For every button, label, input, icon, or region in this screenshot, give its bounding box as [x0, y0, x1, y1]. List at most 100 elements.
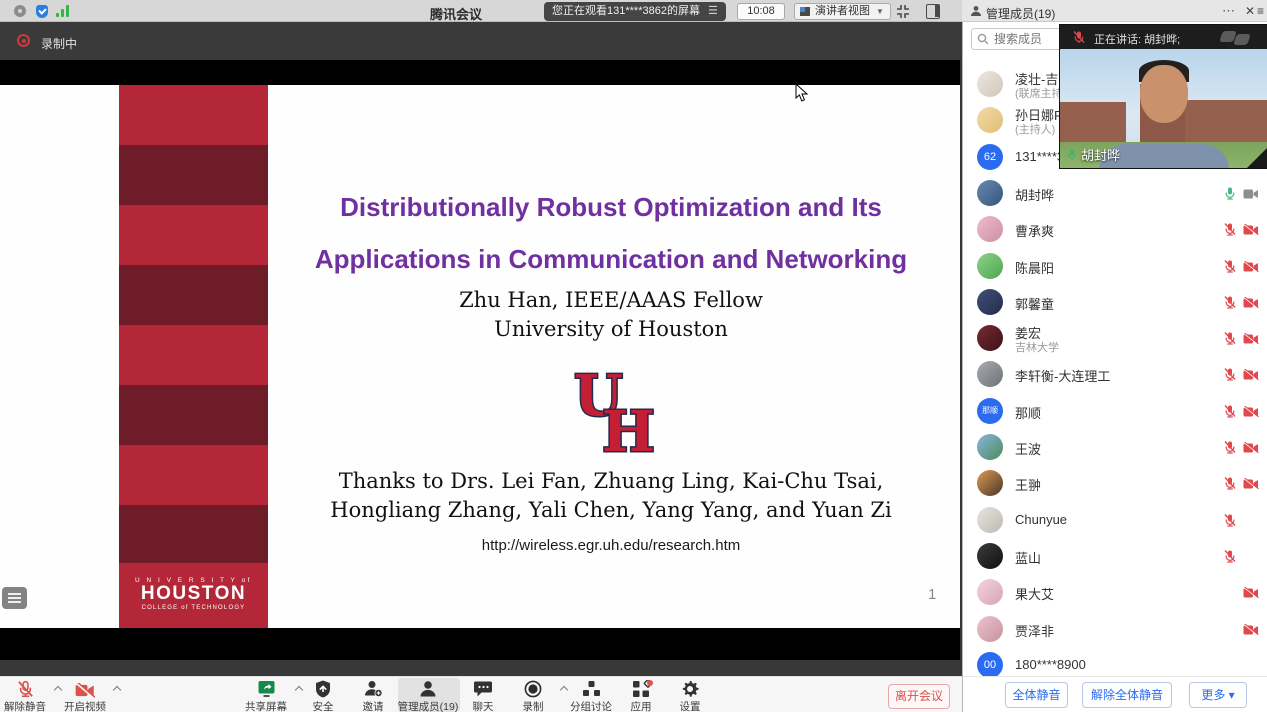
avatar: 62 [977, 144, 1003, 170]
mic-muted-icon[interactable] [1223, 476, 1237, 495]
camera-off-icon[interactable] [1243, 441, 1259, 459]
avatar [977, 289, 1003, 315]
campus-building [1185, 100, 1267, 144]
exit-fullscreen-icon[interactable] [895, 4, 911, 19]
slide-title-line2: Applications in Communication and Networ… [262, 233, 960, 285]
camera-off-icon[interactable] [1243, 586, 1259, 604]
speaker-video-thumbnail[interactable]: 正在讲话: 胡封晔; 胡封晔 [1060, 25, 1267, 168]
slide-thanks: Thanks to Drs. Lei Fan, Zhuang Ling, Kai… [262, 467, 960, 525]
participant-row[interactable]: 陈晨阳 [963, 248, 1267, 284]
meeting-timer: 10:08 [737, 3, 785, 20]
camera-off-icon[interactable] [1243, 223, 1259, 241]
participant-row[interactable]: 胡封晔 [963, 175, 1267, 211]
signal-bars-icon[interactable] [56, 5, 69, 17]
participant-row[interactable]: 蓝山 [963, 538, 1267, 574]
avatar [977, 180, 1003, 206]
participant-name: 王翀 [1015, 475, 1041, 494]
toolbar-item-settings-gear[interactable]: 设置 [655, 679, 725, 712]
shield-icon[interactable] [36, 5, 48, 18]
participant-name: 王波 [1015, 439, 1041, 458]
slide-byline: Zhu Han, IEEE/AAAS Fellow University of … [262, 286, 960, 344]
mic-muted-icon[interactable] [1223, 259, 1237, 278]
camera-off-icon[interactable] [1243, 405, 1259, 423]
mic-muted-icon[interactable] [1223, 331, 1237, 350]
video-header: 正在讲话: 胡封晔; [1060, 25, 1267, 49]
participant-row[interactable]: 李轩衡-大连理工 [963, 356, 1267, 392]
status-dot-icon[interactable] [14, 5, 26, 17]
video-corner-fold [1247, 148, 1267, 168]
participant-row[interactable]: 00 180****8900 [963, 647, 1267, 676]
camera-on-icon[interactable] [1243, 187, 1259, 205]
houston-logo-college: COLLEGE of TECHNOLOGY [119, 605, 268, 611]
recording-dot-icon [17, 34, 30, 47]
participant-row[interactable]: 姜宏吉林大学 [963, 320, 1267, 356]
houston-logo-name: HOUSTON [119, 584, 268, 603]
notification-dot [647, 680, 653, 686]
camera-off-icon[interactable] [1243, 296, 1259, 314]
panel-title: 管理成员(19) [986, 5, 1055, 22]
campus-building [1060, 102, 1126, 144]
panel-more-icon[interactable]: ⋯ [1222, 3, 1236, 19]
participant-role: 吉林大学 [1015, 339, 1059, 355]
camera-off-icon[interactable] [1243, 260, 1259, 278]
slide-thanks-line2: Hongliang Zhang, Yali Chen, Yang Yang, a… [262, 496, 960, 525]
watching-banner[interactable]: 您正在观看131****3862的屏幕☰ [544, 2, 726, 21]
camera-off-icon[interactable] [1243, 477, 1259, 495]
mic-muted-icon[interactable] [1223, 295, 1237, 314]
participant-name: 180****8900 [1015, 657, 1086, 672]
unmute-all-button[interactable]: 解除全体静音 [1082, 682, 1172, 708]
camera-off-icon[interactable] [1243, 368, 1259, 386]
participant-row[interactable]: 果大艾 [963, 574, 1267, 610]
mic-muted-icon[interactable] [1223, 513, 1237, 532]
participant-row[interactable]: 郭馨童 [963, 284, 1267, 320]
view-mode-selector[interactable]: 演讲者视图▼ [794, 3, 891, 20]
tencent-meeting-window: 录制中 U N I V E R S I T Y of HOUSTON COLLE… [0, 0, 1267, 712]
avatar [977, 579, 1003, 605]
toolbar-item-camera-off[interactable]: 开启视频 [50, 679, 120, 712]
participant-row[interactable]: 王翀 [963, 465, 1267, 501]
participant-row[interactable]: 贾泽非 [963, 611, 1267, 647]
leave-meeting-button[interactable]: 离开会议 [888, 684, 950, 709]
list-icon [8, 593, 21, 595]
avatar [977, 361, 1003, 387]
mic-muted-icon[interactable] [1223, 440, 1237, 459]
speaker-face [1140, 65, 1188, 123]
speaking-label: 正在讲话: 胡封晔; [1094, 31, 1180, 47]
avatar: 00 [977, 652, 1003, 676]
mic-on-icon[interactable] [1223, 186, 1237, 205]
participant-row[interactable]: 曹承爽 [963, 211, 1267, 247]
uh-interlocking-logo: U H [572, 367, 654, 459]
app-title: 腾讯会议 [430, 4, 482, 23]
menu-hamburger-icon[interactable]: ≡ [1257, 4, 1264, 18]
camera-off-icon[interactable] [1243, 623, 1259, 641]
mic-muted-icon[interactable] [1223, 404, 1237, 423]
avatar: 那顺 [977, 398, 1003, 424]
slide-author: Zhu Han, IEEE/AAAS Fellow [262, 286, 960, 315]
mute-all-button[interactable]: 全体静音 [1005, 682, 1068, 708]
panel-close-icon[interactable]: ✕ [1245, 4, 1255, 18]
annotation-panel-toggle[interactable] [2, 587, 27, 609]
mic-muted-icon[interactable] [1223, 367, 1237, 386]
participant-row[interactable]: 那顺那顺 [963, 393, 1267, 429]
participant-row[interactable]: Chunyue [963, 502, 1267, 538]
slide-red-stripe [119, 85, 268, 628]
panel-footer: 全体静音 解除全体静音 更多 ▾ [963, 676, 1267, 712]
avatar [977, 253, 1003, 279]
video-name-tag: 胡封晔 [1066, 145, 1120, 164]
participant-row[interactable]: 王波 [963, 429, 1267, 465]
mic-muted-icon[interactable] [1223, 549, 1237, 568]
avatar [977, 71, 1003, 97]
mic-muted-icon[interactable] [1223, 222, 1237, 241]
participant-name: 那顺 [1015, 403, 1041, 422]
menu-lines-icon: ☰ [708, 5, 718, 17]
settings-gear-icon [655, 679, 725, 698]
more-button[interactable]: 更多 ▾ [1189, 682, 1247, 708]
members-panel-icon [970, 5, 982, 17]
avatar [977, 325, 1003, 351]
watermark-logo-icon [1221, 29, 1257, 45]
mouse-cursor [795, 84, 810, 102]
side-panel-icon[interactable] [926, 4, 940, 19]
slide-page-number: 1 [928, 586, 936, 603]
camera-off-icon[interactable] [1243, 332, 1259, 350]
menu-bar: 腾讯会议 您正在观看131****3862的屏幕☰ 10:08 演讲者视图▼ 管… [0, 0, 1267, 22]
